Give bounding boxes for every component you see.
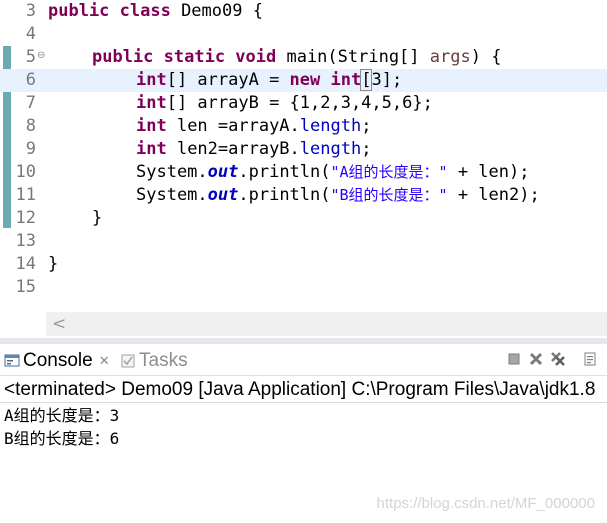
code-editor[interactable]: 3 public class Demo09 { 4 5 ⊖ public sta… [0, 0, 607, 310]
code-fragment: [] arrayB = {1,2,3,4,5,6}; [166, 93, 433, 113]
code-line[interactable]: 9 int len2=arrayB.length; [0, 138, 607, 161]
code-line[interactable]: 14 } [0, 253, 607, 276]
parameter-name: args [429, 47, 471, 67]
console-output-line: A组的长度是：3 [4, 406, 120, 425]
remove-all-icon[interactable] [550, 351, 566, 367]
code-fragment: ; [361, 116, 372, 136]
code-text[interactable]: int[] arrayB = {1,2,3,4,5,6}; [136, 92, 433, 115]
keyword: int [330, 70, 362, 90]
keyword: int [136, 139, 167, 159]
keyword: public static void [92, 47, 277, 67]
code-fragment: ; [361, 139, 372, 159]
remove-launch-icon[interactable] [528, 351, 544, 367]
line-number: 9 [25, 139, 36, 159]
static-field: out [207, 185, 239, 205]
field-name: length [299, 116, 362, 136]
code-fragment: 3]; [371, 70, 403, 90]
code-fragment: ) { [470, 47, 502, 67]
code-text[interactable]: public class Demo09 { [48, 0, 263, 23]
tab-console[interactable]: Console ✕ [4, 348, 110, 374]
static-field: out [207, 162, 239, 182]
console-icon [4, 354, 20, 367]
string-literal: "A组的长度是：" [330, 163, 448, 181]
scroll-left-icon[interactable]: < [52, 314, 66, 334]
line-number: 7 [25, 93, 36, 113]
fold-toggle-icon[interactable]: ⊖ [37, 49, 45, 63]
code-text[interactable]: int len2=arrayB.length; [136, 138, 371, 161]
console-status: <terminated> Demo09 [Java Application] C… [4, 379, 596, 400]
terminate-icon[interactable] [506, 351, 522, 367]
code-line[interactable]: 12 } [0, 207, 607, 230]
code-text[interactable]: System.out.println("A组的长度是：" + len); [136, 161, 529, 184]
code-line[interactable]: 4 [0, 23, 607, 46]
line-number: 14 [15, 254, 36, 274]
code-line[interactable]: 13 [0, 230, 607, 253]
string-literal: "B组的长度是：" [330, 186, 448, 204]
line-number: 11 [15, 185, 36, 205]
code-line[interactable]: 3 public class Demo09 { [0, 0, 607, 23]
code-text[interactable]: } [92, 207, 102, 230]
tab-label: Tasks [139, 350, 188, 371]
keyword: int [136, 116, 167, 136]
tasks-icon [121, 354, 135, 368]
line-number: 10 [15, 162, 36, 182]
code-fragment: main(String[] [276, 47, 430, 67]
code-fragment: .println( [238, 185, 331, 205]
horizontal-scrollbar[interactable]: < [46, 312, 607, 336]
code-fragment: + len); [447, 162, 530, 182]
scroll-lock-icon[interactable] [583, 351, 599, 367]
line-number: 3 [25, 1, 36, 21]
code-fragment: len2=arrayB. [166, 139, 300, 159]
code-line[interactable]: 10 System.out.println("A组的长度是：" + len); [0, 161, 607, 184]
console-output-line: B组的长度是：6 [4, 429, 120, 448]
code-fragment: System. [136, 185, 208, 205]
tab-label: Console [23, 350, 93, 371]
code-text[interactable]: public static void main(String[] args) { [92, 46, 501, 69]
code-line-current[interactable]: 6 int[] arrayA = new int[3]; [0, 69, 607, 92]
code-fragment [320, 70, 330, 90]
code-fragment: .println( [238, 162, 331, 182]
line-number: 15 [15, 277, 36, 297]
code-line[interactable]: 7 int[] arrayB = {1,2,3,4,5,6}; [0, 92, 607, 115]
watermark: https://blog.csdn.net/MF_000000 [376, 495, 595, 512]
code-line[interactable]: 5 ⊖ public static void main(String[] arg… [0, 46, 607, 69]
field-name: length [299, 139, 362, 159]
divider [0, 402, 607, 403]
code-text[interactable]: int len =arrayA.length; [136, 115, 371, 138]
line-number: 13 [15, 231, 36, 251]
close-tab-icon[interactable]: ✕ [99, 353, 110, 369]
line-number: 5 [25, 47, 36, 67]
keyword: public class [48, 1, 171, 21]
keyword: int [136, 70, 167, 90]
code-fragment: len =arrayA. [166, 116, 300, 136]
code-line[interactable]: 15 [0, 276, 607, 299]
code-fragment: Demo09 { [170, 1, 263, 21]
line-number: 4 [25, 24, 36, 44]
code-line[interactable]: 8 int len =arrayA.length; [0, 115, 607, 138]
keyword: new [289, 70, 321, 90]
code-text[interactable]: } [48, 253, 58, 276]
line-number: 12 [15, 208, 36, 228]
code-fragment: + len2); [447, 185, 540, 205]
line-number: 6 [25, 70, 36, 90]
code-fragment: System. [136, 162, 208, 182]
matching-bracket: [ [360, 69, 373, 91]
line-number: 8 [25, 116, 36, 136]
code-fragment: [] arrayA = [166, 70, 290, 90]
code-text[interactable]: int[] arrayA = new int[3]; [136, 69, 402, 92]
keyword: int [136, 93, 167, 113]
code-text[interactable]: System.out.println("B组的长度是：" + len2); [136, 184, 540, 207]
tab-tasks[interactable]: Tasks [120, 348, 188, 374]
code-line[interactable]: 11 System.out.println("B组的长度是：" + len2); [0, 184, 607, 207]
